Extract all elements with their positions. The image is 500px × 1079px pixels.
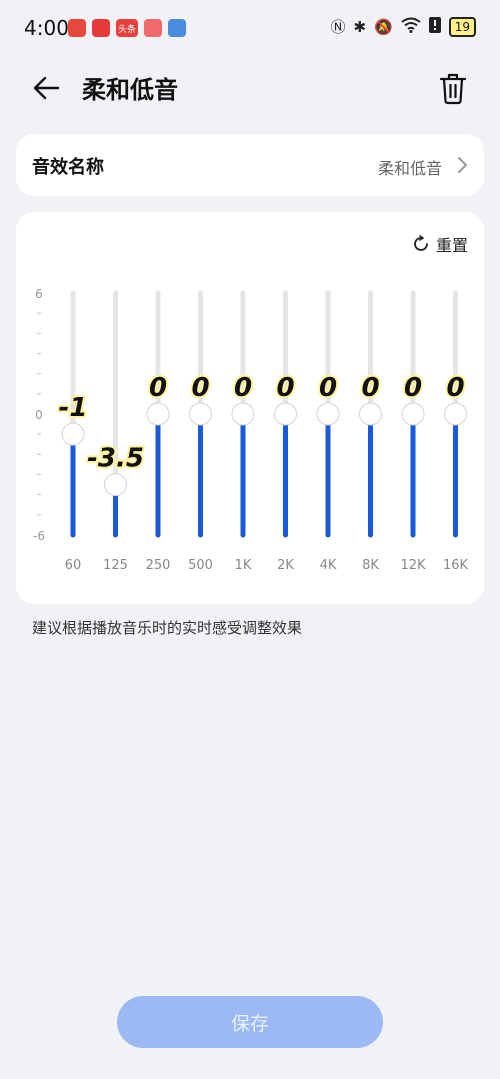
status-time: 4:00	[24, 16, 69, 40]
eq-band-label-12K: 12K	[400, 558, 426, 573]
back-button[interactable]	[28, 70, 64, 106]
chevron-right-icon	[458, 157, 467, 173]
eq-slider-knob-8K[interactable]	[359, 402, 382, 426]
eq-slider-knob-16K[interactable]	[444, 402, 467, 426]
trash-icon	[439, 73, 467, 105]
eq-slider-knob-500[interactable]	[189, 402, 212, 426]
header: 柔和低音	[0, 58, 500, 118]
eq-value-label-12K: 0	[404, 373, 422, 403]
battery-indicator: 19	[448, 17, 476, 37]
alert-icon	[428, 17, 441, 37]
app-icon-toutiao: 头条	[116, 19, 138, 37]
y-axis-label-zero: 0	[35, 408, 43, 422]
eq-value-label-500: 0	[191, 373, 209, 403]
app-icon-red	[68, 19, 86, 37]
eq-slider-knob-2K[interactable]	[274, 402, 297, 426]
effect-name-label: 音效名称	[32, 157, 104, 178]
equalizer-card: 重置 6 0 -6 -1 60 -3.5 125 0 250 0 500 0 1K 0 2K 0 4K 0 8K 0 1…	[16, 212, 484, 604]
back-arrow-icon	[33, 76, 60, 100]
eq-band-label-125: 125	[103, 558, 128, 573]
eq-value-label-8K: 0	[361, 373, 379, 403]
effect-name-value: 柔和低音	[377, 159, 442, 178]
eq-slider-knob-250[interactable]	[146, 402, 170, 426]
effect-name-row[interactable]: 音效名称 柔和低音	[16, 134, 484, 196]
eq-slider-knob-12K[interactable]	[401, 402, 425, 426]
eq-value-label-250: 0	[149, 373, 167, 403]
status-app-icons: 头条	[68, 19, 186, 37]
y-axis-label-max: 6	[35, 287, 43, 301]
y-axis-label-min: -6	[33, 529, 45, 543]
equalizer-chart: 60-6-160-3.51250250050001K02K04K08K012K0…	[33, 287, 469, 573]
app-icon-store	[92, 19, 110, 37]
page-title: 柔和低音	[82, 76, 178, 104]
app-icon-pink	[144, 19, 162, 37]
eq-value-label-125: -3.5	[87, 444, 144, 474]
eq-slider-knob-125[interactable]	[104, 473, 127, 497]
eq-band-label-250: 250	[146, 558, 171, 573]
eq-slider-knob-60[interactable]	[61, 422, 85, 446]
eq-band-label-500: 500	[188, 558, 213, 573]
eq-value-label-4K: 0	[319, 373, 337, 403]
eq-value-label-60: -1	[59, 393, 88, 423]
eq-value-label-16K: 0	[446, 373, 464, 403]
eq-slider-knob-1K[interactable]	[231, 402, 255, 426]
hint-text: 建议根据播放音乐时的实时感受调整效果	[32, 619, 303, 637]
nfc-icon: Ⓝ	[330, 18, 346, 36]
status-indicators: Ⓝ ✱ 🔕 19	[330, 17, 476, 37]
status-bar: 4:00 头条 Ⓝ ✱ 🔕 19	[0, 0, 500, 58]
eq-band-label-1K: 1K	[235, 558, 252, 573]
bluetooth-icon: ✱	[353, 18, 367, 36]
app-icon-blue	[168, 19, 186, 37]
delete-button[interactable]	[438, 70, 468, 106]
wifi-icon	[401, 17, 421, 37]
mute-bell-icon: 🔕	[374, 18, 393, 36]
eq-band-label-16K: 16K	[443, 558, 469, 573]
eq-band-label-4K: 4K	[320, 558, 337, 573]
eq-band-label-2K: 2K	[277, 558, 294, 573]
eq-band-label-60: 60	[65, 558, 82, 573]
eq-value-label-2K: 0	[276, 373, 294, 403]
save-button[interactable]: 保存	[117, 996, 383, 1048]
eq-slider-knob-4K[interactable]	[316, 402, 340, 426]
eq-value-label-1K: 0	[234, 373, 252, 403]
eq-band-label-8K: 8K	[362, 558, 379, 573]
